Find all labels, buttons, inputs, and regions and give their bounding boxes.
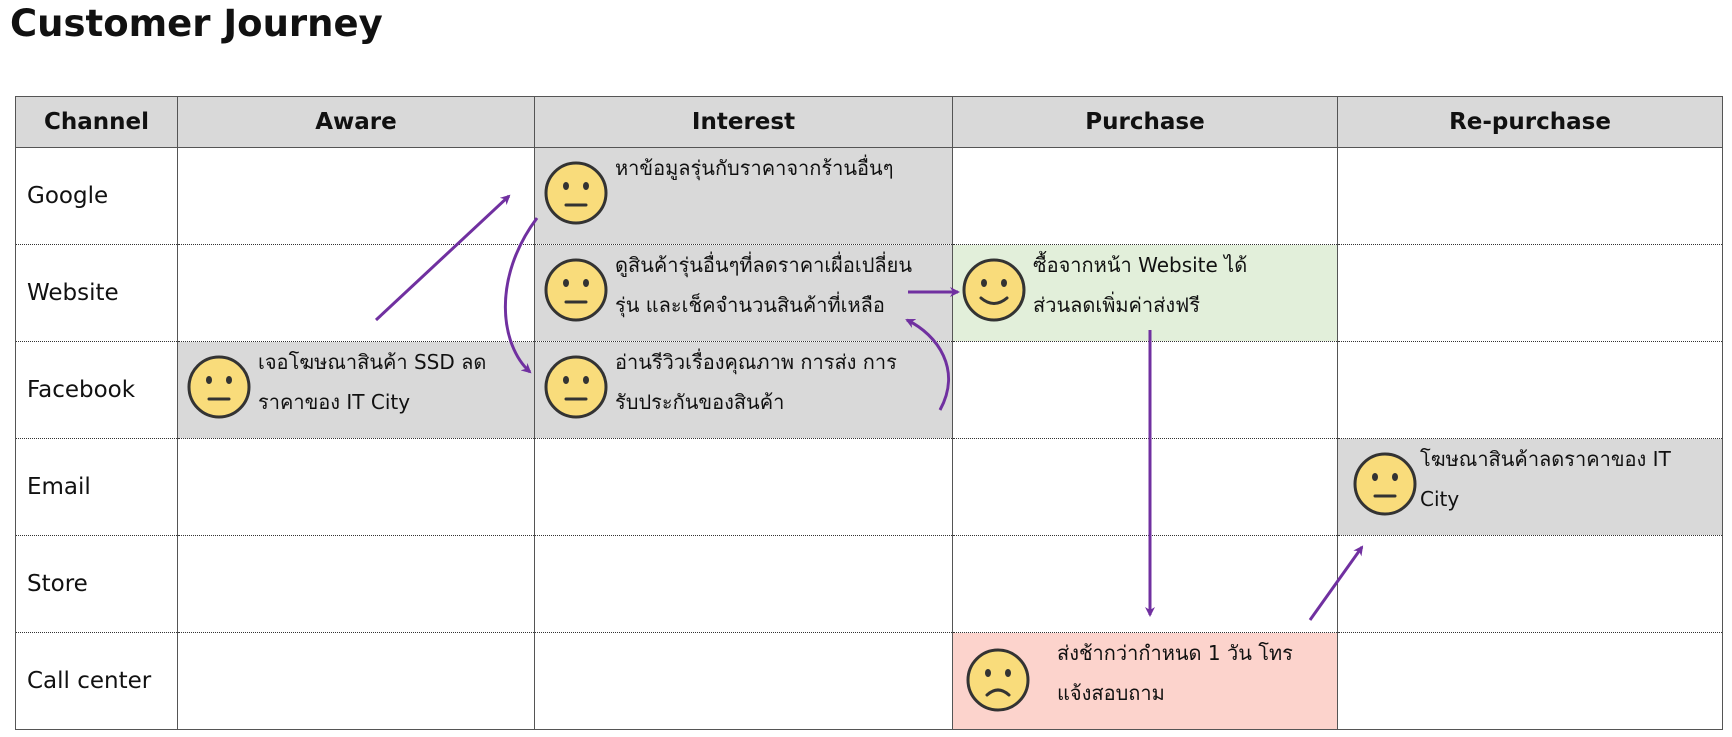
cell-email-aware xyxy=(177,438,535,536)
neutral-face-icon xyxy=(187,355,251,419)
column-header-purchase: Purchase xyxy=(952,96,1338,148)
sad-face-icon xyxy=(966,648,1030,712)
cell-callcenter-aware xyxy=(177,632,535,730)
touchpoint-card: เจอโฆษณาสินค้า SSD ลดราคาของ IT City xyxy=(179,343,534,438)
touchpoint-text: อ่านรีวิวเรื่องคุณภาพ การส่ง การรับประกั… xyxy=(615,343,897,423)
cell-callcenter-purchase: ส่งช้ากว่ากำหนด 1 วัน โทรแจ้งสอบถาม xyxy=(952,632,1338,730)
touchpoint-card: ซื้อจากหน้า Website ได้ส่วนลดเพิ่มค่าส่ง… xyxy=(954,246,1337,341)
cell-store-interest xyxy=(534,535,953,633)
cell-callcenter-repurchase xyxy=(1337,632,1723,730)
cell-store-repurchase xyxy=(1337,535,1723,633)
cell-email-interest xyxy=(534,438,953,536)
touchpoint-line: เจอโฆษณาสินค้า SSD ลด xyxy=(258,350,487,374)
touchpoint-line: ราคาของ IT City xyxy=(258,390,411,414)
cell-google-repurchase xyxy=(1337,147,1723,245)
touchpoint-line: ซื้อจากหน้า Website ได้ xyxy=(1033,253,1248,277)
channel-label: Facebook xyxy=(15,341,178,439)
cell-google-aware xyxy=(177,147,535,245)
neutral-face-icon xyxy=(544,258,608,322)
cell-callcenter-interest xyxy=(534,632,953,730)
column-header-interest: Interest xyxy=(534,96,953,148)
cell-facebook-interest: อ่านรีวิวเรื่องคุณภาพ การส่ง การรับประกั… xyxy=(534,341,953,439)
touchpoint-line: โฆษณาสินค้าลดราคาของ IT xyxy=(1420,447,1671,471)
cell-website-repurchase xyxy=(1337,244,1723,342)
cell-website-interest: ดูสินค้ารุ่นอื่นๆที่ลดราคาเผื่อเปลี่ยนรุ… xyxy=(534,244,953,342)
row-google: Google หาข้อมูลรุ่นกับราคาจากร้านอื่นๆ xyxy=(15,147,1723,245)
cell-store-aware xyxy=(177,535,535,633)
neutral-face-icon xyxy=(1353,452,1417,516)
touchpoint-text: เจอโฆษณาสินค้า SSD ลดราคาของ IT City xyxy=(258,343,487,423)
touchpoint-line: รับประกันของสินค้า xyxy=(615,390,785,414)
touchpoint-line: ดูสินค้ารุ่นอื่นๆที่ลดราคาเผื่อเปลี่ยน xyxy=(615,253,913,277)
touchpoint-card: โฆษณาสินค้าลดราคาของ IT City xyxy=(1339,440,1722,535)
row-store: Store xyxy=(15,535,1723,633)
touchpoint-line: รุ่น และเช็คจำนวนสินค้าที่เหลือ xyxy=(615,293,885,317)
touchpoint-text: ซื้อจากหน้า Website ได้ส่วนลดเพิ่มค่าส่ง… xyxy=(1033,246,1248,326)
neutral-face-icon xyxy=(544,355,608,419)
cell-facebook-purchase xyxy=(952,341,1338,439)
cell-email-purchase xyxy=(952,438,1338,536)
touchpoint-card: ส่งช้ากว่ากำหนด 1 วัน โทรแจ้งสอบถาม xyxy=(954,634,1337,729)
touchpoint-card: อ่านรีวิวเรื่องคุณภาพ การส่ง การรับประกั… xyxy=(536,343,952,438)
happy-face-icon xyxy=(962,258,1026,322)
neutral-face-icon xyxy=(544,161,608,225)
channel-label: Website xyxy=(15,244,178,342)
cell-google-interest: หาข้อมูลรุ่นกับราคาจากร้านอื่นๆ xyxy=(534,147,953,245)
cell-email-repurchase: โฆษณาสินค้าลดราคาของ IT City xyxy=(1337,438,1723,536)
touchpoint-card: หาข้อมูลรุ่นกับราคาจากร้านอื่นๆ xyxy=(536,149,952,244)
touchpoint-line: ส่วนลดเพิ่มค่าส่งฟรี xyxy=(1033,293,1201,317)
row-website: Website ดูสินค้ารุ่นอื่นๆที่ลดราคาเผื่อเ… xyxy=(15,244,1723,342)
touchpoint-text: ส่งช้ากว่ากำหนด 1 วัน โทรแจ้งสอบถาม xyxy=(1057,634,1293,714)
touchpoint-line: City xyxy=(1420,487,1460,511)
channel-label: Call center xyxy=(15,632,178,730)
touchpoint-line: ส่งช้ากว่ากำหนด 1 วัน โทร xyxy=(1057,641,1293,665)
touchpoint-text: ดูสินค้ารุ่นอื่นๆที่ลดราคาเผื่อเปลี่ยนรุ… xyxy=(615,246,913,326)
row-call-center: Call center ส่งช้ากว่ากำหนด 1 วัน โทรแจ้… xyxy=(15,632,1723,730)
channel-label: Store xyxy=(15,535,178,633)
column-header-channel: Channel xyxy=(15,96,178,148)
cell-google-purchase xyxy=(952,147,1338,245)
touchpoint-card: ดูสินค้ารุ่นอื่นๆที่ลดราคาเผื่อเปลี่ยนรุ… xyxy=(536,246,952,341)
cell-facebook-aware: เจอโฆษณาสินค้า SSD ลดราคาของ IT City xyxy=(177,341,535,439)
cell-website-aware xyxy=(177,244,535,342)
page-title: Customer Journey xyxy=(10,2,383,45)
touchpoint-line: หาข้อมูลรุ่นกับราคาจากร้านอื่นๆ xyxy=(615,156,894,180)
cell-store-purchase xyxy=(952,535,1338,633)
channel-label: Email xyxy=(15,438,178,536)
touchpoint-line: แจ้งสอบถาม xyxy=(1057,681,1165,705)
header-row: Channel Aware Interest Purchase Re-purch… xyxy=(15,96,1723,148)
touchpoint-text: หาข้อมูลรุ่นกับราคาจากร้านอื่นๆ xyxy=(615,149,894,189)
cell-facebook-repurchase xyxy=(1337,341,1723,439)
channel-label: Google xyxy=(15,147,178,245)
touchpoint-text: โฆษณาสินค้าลดราคาของ IT City xyxy=(1420,440,1671,520)
touchpoint-line: อ่านรีวิวเรื่องคุณภาพ การส่ง การ xyxy=(615,350,897,374)
column-header-aware: Aware xyxy=(177,96,535,148)
row-email: Email โฆษณาสินค้าลดราคาของ IT City xyxy=(15,438,1723,536)
column-header-repurchase: Re-purchase xyxy=(1337,96,1723,148)
cell-website-purchase: ซื้อจากหน้า Website ได้ส่วนลดเพิ่มค่าส่ง… xyxy=(952,244,1338,342)
row-facebook: Facebook เจอโฆษณาสินค้า SSD ลดราคาของ IT… xyxy=(15,341,1723,439)
journey-table: Channel Aware Interest Purchase Re-purch… xyxy=(15,96,1723,730)
